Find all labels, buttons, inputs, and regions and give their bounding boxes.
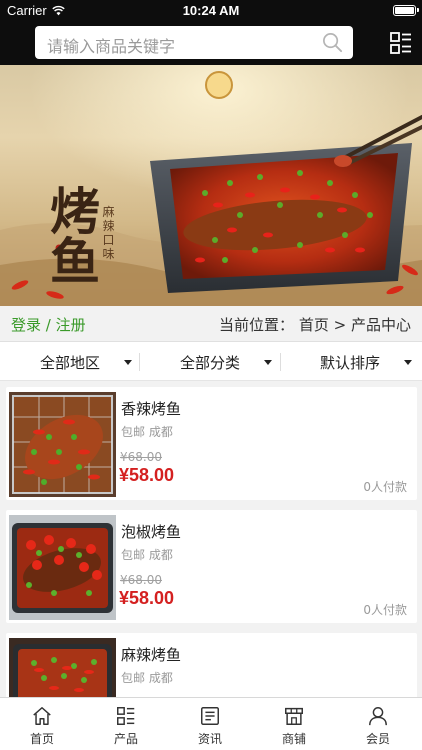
location-bar: 登录 / 注册 当前位置： 首页 > 产品中心: [0, 306, 422, 340]
product-name[interactable]: 麻辣烤鱼: [121, 644, 181, 665]
banner-tagline: 麻辣口味: [102, 205, 115, 261]
news-icon: [201, 707, 219, 725]
register-link[interactable]: 注册: [56, 316, 86, 334]
clock: 10:24 AM: [182, 3, 240, 18]
product-list[interactable]: 香辣烤鱼 包邮 成都 ¥68.00 ¥58.00 0人付款 泡椒烤鱼 包邮 成都…: [0, 383, 422, 697]
product-image: [9, 638, 116, 697]
tab-news[interactable]: 资讯: [168, 698, 252, 750]
grid-list-icon: [117, 707, 135, 725]
tab-home[interactable]: 首页: [0, 698, 84, 750]
tab-home-label: 首页: [29, 732, 54, 746]
product-tags: 包邮 成都: [121, 425, 173, 439]
breadcrumb-prefix: 当前位置：: [219, 316, 295, 334]
search-placeholder: 请输入商品关键字: [47, 37, 176, 56]
battery-icon: [393, 5, 419, 16]
top-header: 请输入商品关键字: [0, 22, 422, 65]
tab-member[interactable]: 会员: [336, 698, 420, 750]
filter-sort[interactable]: 默认排序: [282, 342, 422, 381]
auth-separator: /: [45, 316, 51, 334]
tab-store-label: 商铺: [281, 732, 306, 746]
category-menu-icon[interactable]: [389, 31, 413, 55]
product-card[interactable]: 香辣烤鱼 包邮 成都 ¥68.00 ¥58.00 0人付款: [6, 387, 417, 500]
original-price: ¥68.00: [120, 573, 162, 587]
product-image: [9, 515, 116, 620]
sale-price: ¥58.00: [119, 588, 175, 608]
auth-links: 登录 / 注册: [11, 314, 86, 335]
sales-count: 0人付款: [363, 603, 407, 617]
tab-member-label: 会员: [365, 732, 390, 746]
filter-region[interactable]: 全部地区: [0, 342, 140, 381]
home-icon: [33, 707, 51, 725]
tab-products[interactable]: 产品: [84, 698, 168, 750]
breadcrumb: 当前位置： 首页 > 产品中心: [219, 314, 411, 335]
promo-banner[interactable]: 烤鱼 麻辣口味: [0, 65, 422, 306]
status-bar: Carrier 10:24 AM: [0, 0, 422, 22]
filter-category[interactable]: 全部分类: [141, 342, 281, 381]
divider: [139, 353, 140, 371]
chevron-down-icon: [124, 360, 132, 365]
breadcrumb-current: 产品中心: [350, 316, 411, 334]
user-icon: [369, 707, 387, 726]
sales-count: 0人付款: [363, 480, 407, 494]
product-image: [9, 392, 116, 497]
store-icon: [285, 707, 303, 725]
product-tags: 包邮 成都: [121, 671, 173, 685]
search-input[interactable]: 请输入商品关键字: [35, 26, 353, 59]
chevron-down-icon: [404, 360, 412, 365]
tab-store[interactable]: 商铺: [252, 698, 336, 750]
product-tags: 包邮 成都: [121, 548, 173, 562]
search-icon[interactable]: [321, 31, 344, 54]
filter-category-label: 全部分类: [180, 354, 241, 372]
breadcrumb-arrow: >: [333, 316, 347, 334]
filter-bar: 全部地区 全部分类 默认排序: [0, 341, 422, 381]
product-name[interactable]: 泡椒烤鱼: [121, 521, 181, 542]
original-price: ¥68.00: [120, 450, 162, 464]
chevron-down-icon: [264, 360, 272, 365]
filter-sort-label: 默认排序: [320, 354, 381, 372]
filter-region-label: 全部地区: [40, 354, 101, 372]
sale-price: ¥58.00: [119, 465, 175, 485]
breadcrumb-home[interactable]: 首页: [299, 316, 329, 334]
divider: [280, 353, 281, 371]
banner-title: 烤鱼: [42, 185, 101, 285]
product-card[interactable]: 泡椒烤鱼 包邮 成都 ¥68.00 ¥58.00 0人付款: [6, 510, 417, 623]
product-card[interactable]: 麻辣烤鱼 包邮 成都: [6, 633, 417, 697]
tab-products-label: 产品: [113, 732, 138, 746]
product-name[interactable]: 香辣烤鱼: [121, 398, 181, 419]
login-link[interactable]: 登录: [11, 316, 41, 334]
bottom-tab-bar: 首页 产品 资讯 商铺 会员: [0, 697, 422, 750]
tab-news-label: 资讯: [197, 732, 222, 746]
